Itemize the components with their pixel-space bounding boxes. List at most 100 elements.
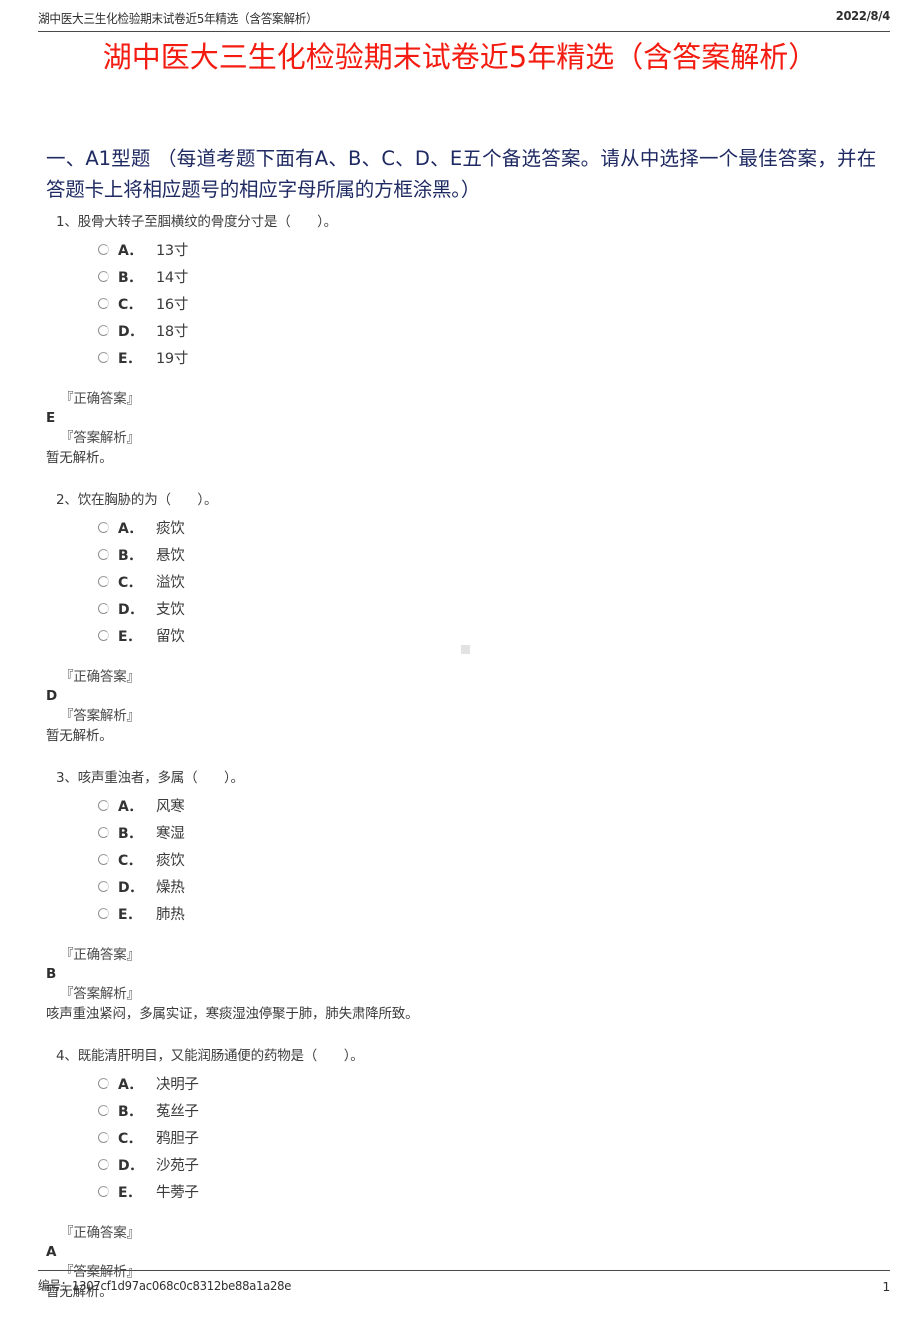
question-block: 1、股骨大转子至腘横纹的骨度分寸是（ ）。 A． 13寸 B． 14寸 C． 16寸 D． 18…: [46, 212, 886, 468]
question-stem: 1、股骨大转子至腘横纹的骨度分寸是（ ）。: [56, 214, 337, 230]
option-row[interactable]: D． 沙苑子: [98, 1151, 886, 1178]
option-row[interactable]: B． 寒湿: [98, 819, 886, 846]
option-letter: D．: [118, 323, 143, 340]
radio-button-icon[interactable]: [98, 576, 109, 587]
option-row[interactable]: A． 13寸: [98, 236, 886, 263]
option-row[interactable]: E． 19寸: [98, 344, 886, 371]
option-text: 肺热: [156, 907, 185, 923]
radio-button-icon[interactable]: [98, 1105, 109, 1116]
option-text: 菟丝子: [156, 1104, 199, 1120]
radio-button-icon[interactable]: [98, 854, 109, 865]
option-row[interactable]: D． 支饮: [98, 595, 886, 622]
answer-explanation-text: 暂无解析。: [46, 450, 113, 466]
option-list: A． 决明子 B． 菟丝子 C． 鸦胆子 D． 沙苑子 E． 牛蒡子: [46, 1070, 886, 1205]
option-letter: E．: [118, 628, 141, 645]
option-text: 16寸: [156, 297, 189, 313]
questions-container: 1、股骨大转子至腘横纹的骨度分寸是（ ）。 A． 13寸 B． 14寸 C． 16寸 D． 18…: [46, 212, 886, 1324]
question-stem: 3、咳声重浊者，多属（ ）。: [56, 770, 244, 786]
option-row[interactable]: B． 14寸: [98, 263, 886, 290]
option-text: 痰饮: [156, 521, 185, 537]
option-letter: D．: [118, 1157, 143, 1174]
radio-button-icon[interactable]: [98, 908, 109, 919]
radio-button-icon[interactable]: [98, 881, 109, 892]
option-text: 牛蒡子: [156, 1185, 199, 1201]
correct-answer-value: A: [46, 1244, 57, 1260]
option-text: 留饮: [156, 629, 185, 645]
option-letter: B．: [118, 1103, 142, 1120]
question-stem: 4、既能清肝明目，又能润肠通便的药物是（ ）。: [56, 1048, 364, 1064]
radio-button-icon[interactable]: [98, 549, 109, 560]
option-row[interactable]: D． 18寸: [98, 317, 886, 344]
footer-serial-number: 编号：1307cf1d97ac068c0c8312be88a1a28e: [38, 1278, 292, 1293]
correct-answer-label: 『正确答案』: [60, 947, 140, 963]
answer-block: 『正确答案』 E 『答案解析』 暂无解析。: [46, 389, 886, 468]
radio-button-icon[interactable]: [98, 244, 109, 255]
option-text: 风寒: [156, 799, 185, 815]
answer-block: 『正确答案』 B 『答案解析』 咳声重浊紧闷，多属实证，寒痰湿浊停聚于肺，肺失肃降所致…: [46, 945, 886, 1024]
option-letter: C．: [118, 852, 142, 869]
answer-explanation-label: 『答案解析』: [60, 986, 140, 1002]
option-letter: C．: [118, 574, 142, 591]
document-page: 湖中医大三生化检验期末试卷近5年精选（含答案解析） 2022/8/4 湖中医大三…: [0, 0, 920, 1302]
radio-button-icon[interactable]: [98, 271, 109, 282]
option-letter: B．: [118, 269, 142, 286]
option-text: 沙苑子: [156, 1158, 199, 1174]
option-letter: E．: [118, 350, 141, 367]
correct-answer-value: D: [46, 688, 58, 704]
option-text: 悬饮: [156, 548, 185, 564]
correct-answer-label: 『正确答案』: [60, 1225, 140, 1241]
option-letter: D．: [118, 601, 143, 618]
option-row[interactable]: C． 鸦胆子: [98, 1124, 886, 1151]
option-row[interactable]: A． 风寒: [98, 792, 886, 819]
option-letter: A．: [118, 798, 142, 815]
radio-button-icon[interactable]: [98, 800, 109, 811]
option-list: A． 痰饮 B． 悬饮 C． 溢饮 D． 支饮 E． 留饮: [46, 514, 886, 649]
radio-button-icon[interactable]: [98, 1159, 109, 1170]
scan-artifact: [461, 645, 470, 654]
option-letter: C．: [118, 296, 142, 313]
option-row[interactable]: C． 16寸: [98, 290, 886, 317]
option-list: A． 风寒 B． 寒湿 C． 痰饮 D． 燥热 E． 肺热: [46, 792, 886, 927]
option-row[interactable]: E． 肺热: [98, 900, 886, 927]
radio-button-icon[interactable]: [98, 522, 109, 533]
answer-explanation-text: 咳声重浊紧闷，多属实证，寒痰湿浊停聚于肺，肺失肃降所致。: [46, 1006, 419, 1022]
header-date: 2022/8/4: [835, 8, 890, 23]
option-row[interactable]: C． 痰饮: [98, 846, 886, 873]
radio-button-icon[interactable]: [98, 1078, 109, 1089]
radio-button-icon[interactable]: [98, 298, 109, 309]
option-row[interactable]: A． 痰饮: [98, 514, 886, 541]
option-text: 决明子: [156, 1077, 199, 1093]
answer-explanation-label: 『答案解析』: [60, 708, 140, 724]
question-block: 3、咳声重浊者，多属（ ）。 A． 风寒 B． 寒湿 C． 痰饮 D． 燥热 E． 肺热『正确答案』…: [46, 768, 886, 1024]
section-heading: 一、A1型题 （每道考题下面有A、B、C、D、E五个备选答案。请从中选择一个最佳…: [46, 147, 876, 201]
radio-button-icon[interactable]: [98, 630, 109, 641]
correct-answer-label: 『正确答案』: [60, 391, 140, 407]
option-text: 19寸: [156, 351, 189, 367]
option-row[interactable]: E． 牛蒡子: [98, 1178, 886, 1205]
answer-explanation-label: 『答案解析』: [60, 430, 140, 446]
radio-button-icon[interactable]: [98, 827, 109, 838]
radio-button-icon[interactable]: [98, 1186, 109, 1197]
option-row[interactable]: E． 留饮: [98, 622, 886, 649]
option-text: 燥热: [156, 880, 185, 896]
option-row[interactable]: D． 燥热: [98, 873, 886, 900]
option-row[interactable]: A． 决明子: [98, 1070, 886, 1097]
option-text: 溢饮: [156, 575, 185, 591]
option-text: 18寸: [156, 324, 189, 340]
option-letter: C．: [118, 1130, 142, 1147]
radio-button-icon[interactable]: [98, 1132, 109, 1143]
footer-page-number: 1: [882, 1279, 890, 1294]
radio-button-icon[interactable]: [98, 325, 109, 336]
page-title: 湖中医大三生化检验期末试卷近5年精选（含答案解析）: [102, 40, 818, 74]
question-block: 2、饮在胸胁的为（ ）。 A． 痰饮 B． 悬饮 C． 溢饮 D． 支饮 E． 留饮 『正确答案』 D 『…: [46, 490, 886, 746]
question-stem: 2、饮在胸胁的为（ ）。: [56, 492, 218, 508]
option-row[interactable]: B． 菟丝子: [98, 1097, 886, 1124]
option-letter: B．: [118, 825, 142, 842]
radio-button-icon[interactable]: [98, 603, 109, 614]
option-row[interactable]: B． 悬饮: [98, 541, 886, 568]
radio-button-icon[interactable]: [98, 352, 109, 363]
option-text: 鸦胆子: [156, 1131, 199, 1147]
option-letter: E．: [118, 1184, 141, 1201]
page-header: 湖中医大三生化检验期末试卷近5年精选（含答案解析） 2022/8/4: [38, 8, 890, 32]
option-row[interactable]: C． 溢饮: [98, 568, 886, 595]
